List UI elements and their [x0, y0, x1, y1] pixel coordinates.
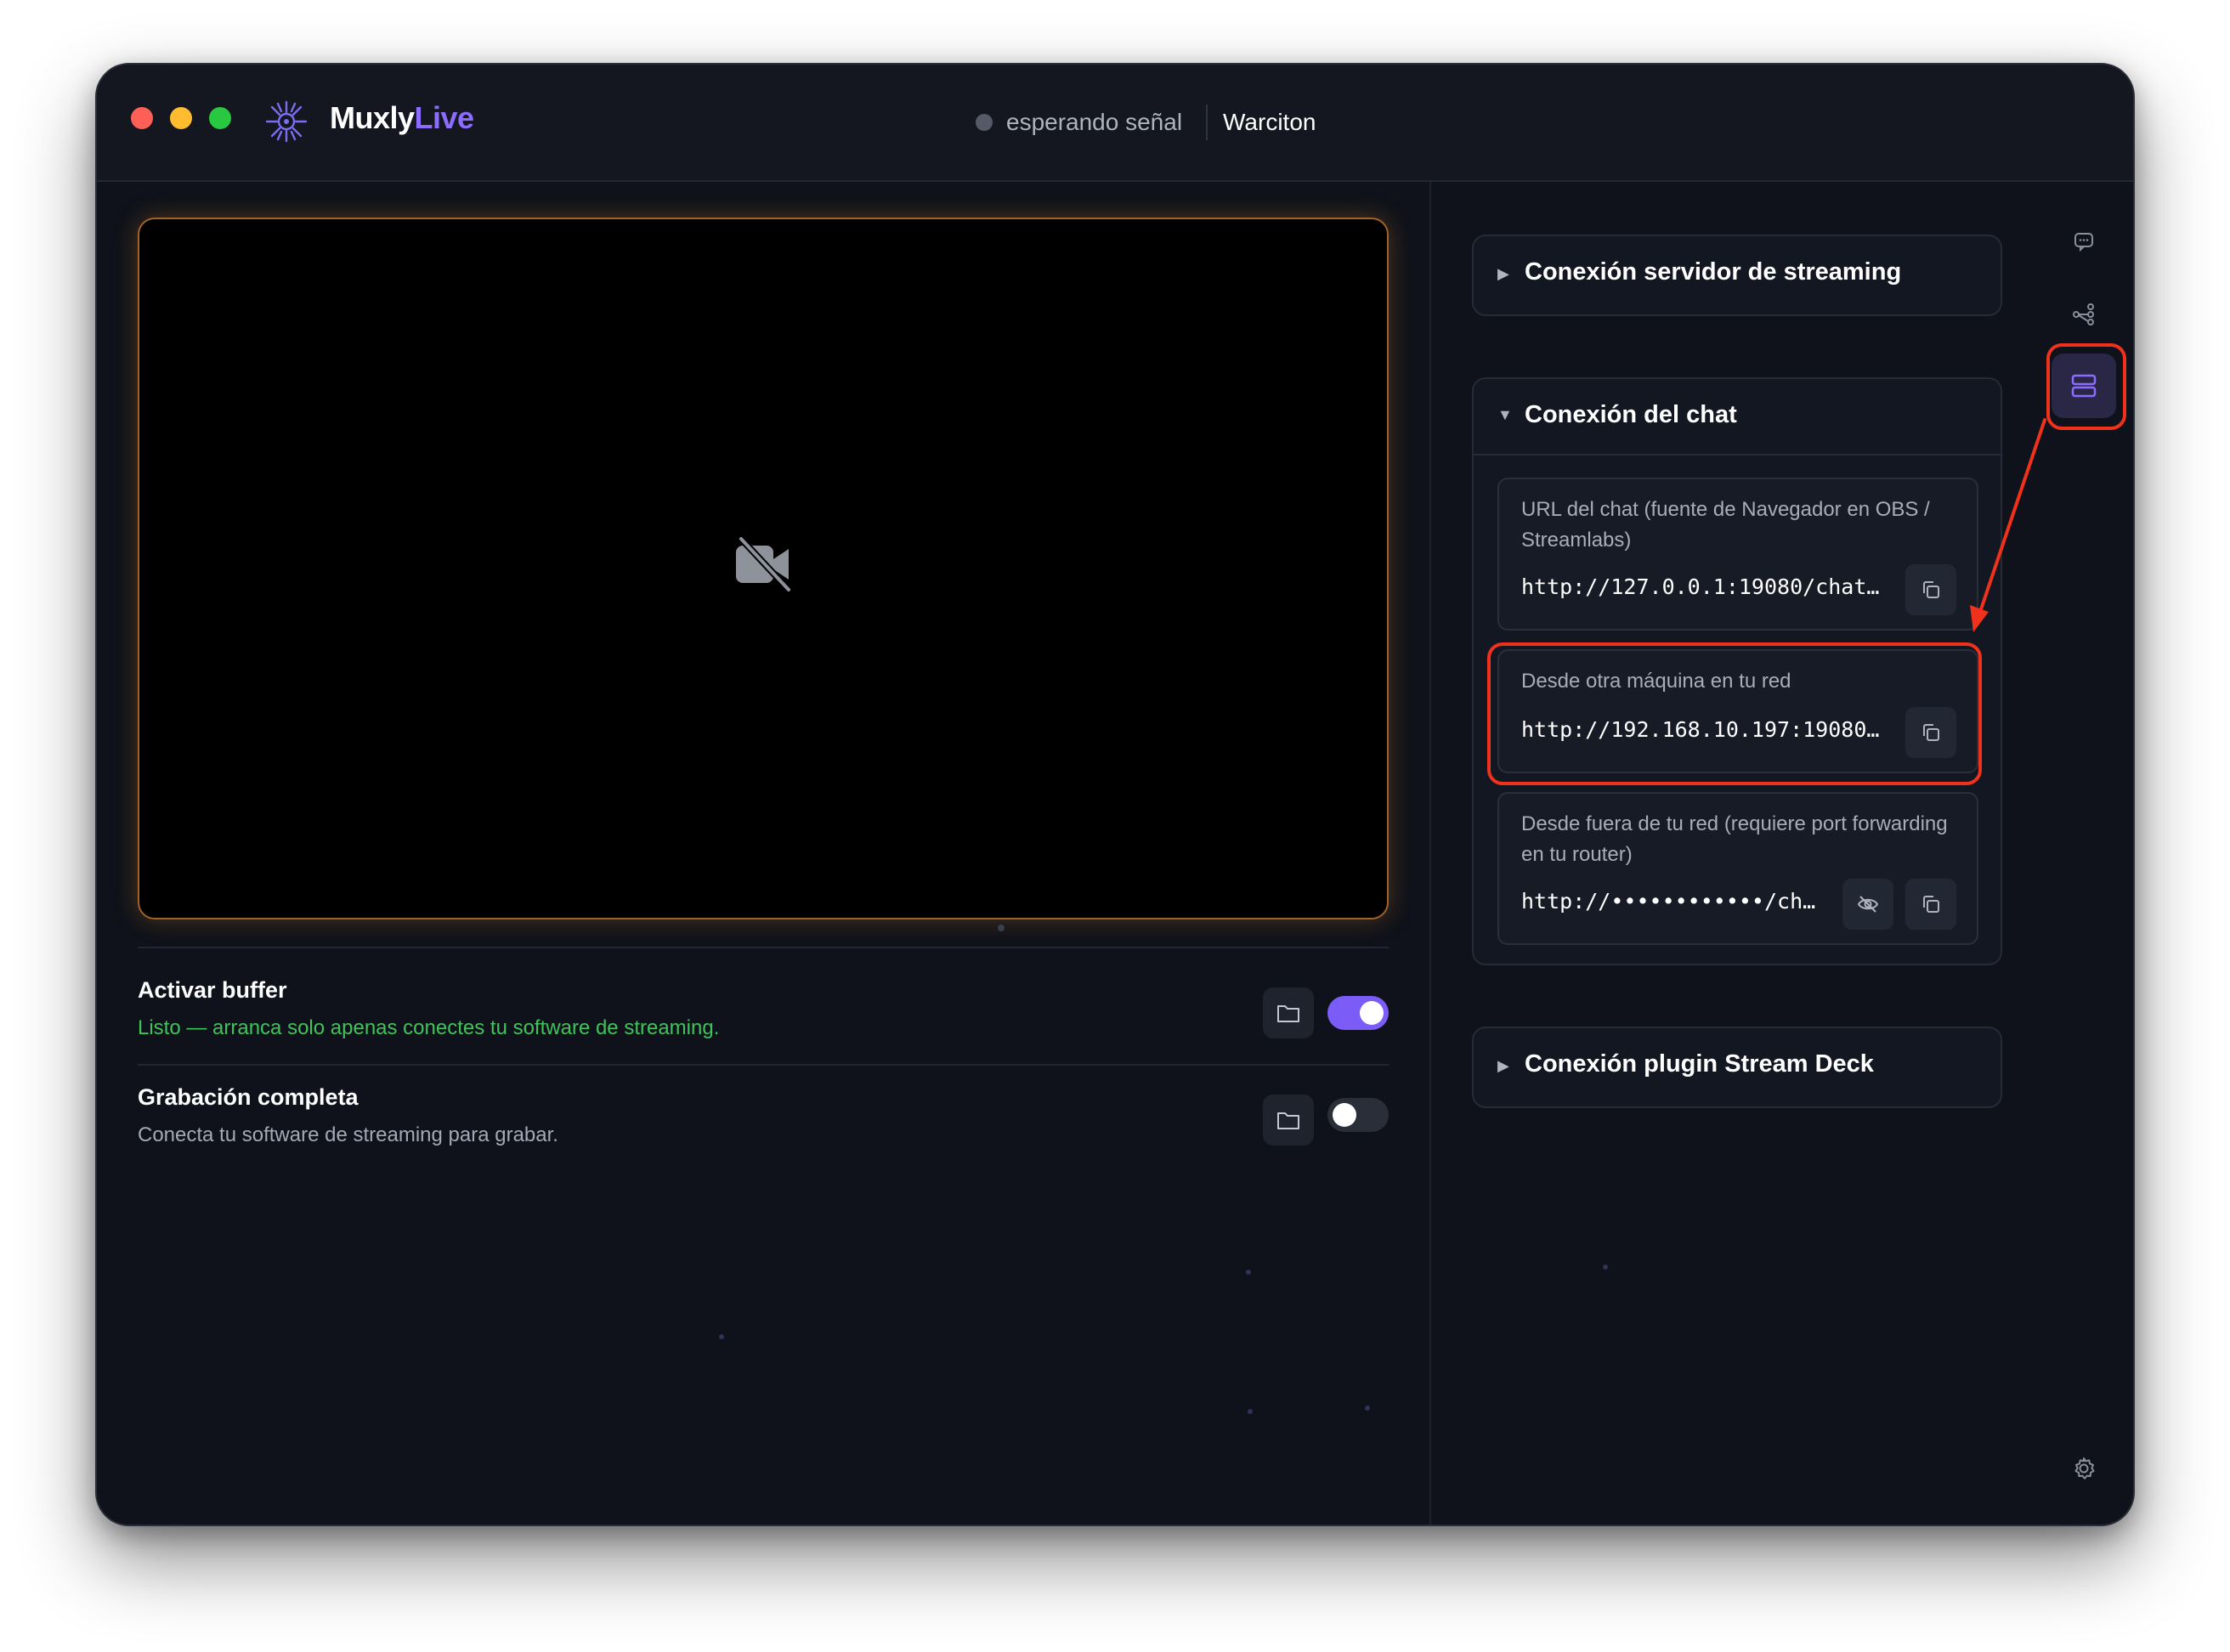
annotation-arrow — [1970, 418, 2046, 632]
